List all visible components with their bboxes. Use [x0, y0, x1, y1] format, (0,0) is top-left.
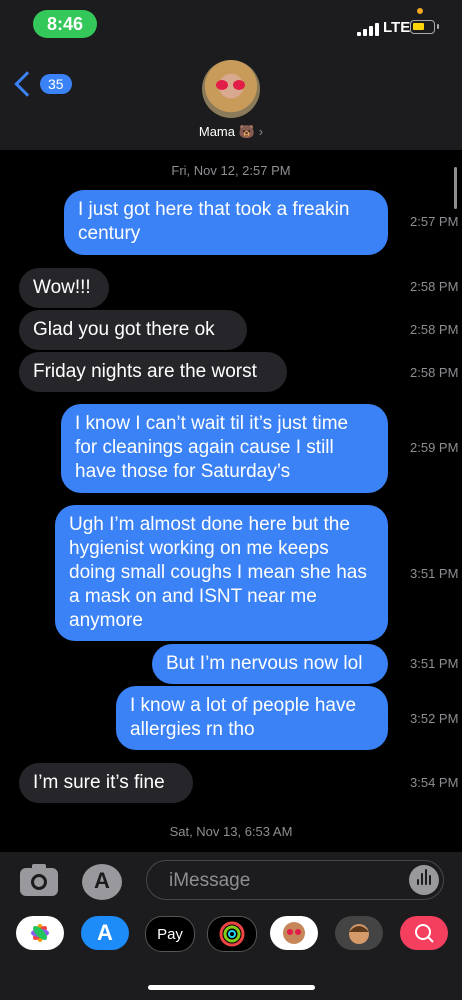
message-bubble-incoming[interactable]: I’m sure it’s fine — [19, 763, 193, 803]
photos-icon[interactable] — [16, 916, 64, 950]
battery-icon — [410, 20, 439, 34]
message-bubble-outgoing[interactable]: I just got here that took a freakin cent… — [64, 190, 388, 255]
mic-waveform-icon[interactable] — [409, 865, 439, 895]
message-bubble-incoming[interactable]: Glad you got there ok — [19, 310, 247, 350]
app-store-icon[interactable]: A — [82, 864, 122, 900]
privacy-indicator — [417, 8, 423, 14]
memoji-sticker-icon[interactable] — [335, 916, 383, 950]
apple-pay-label: Pay — [157, 925, 183, 943]
message-time: 2:59 PM — [410, 440, 459, 455]
message-time: 3:54 PM — [410, 775, 459, 790]
message-time: 2:58 PM — [410, 365, 459, 380]
message-time: 3:52 PM — [410, 711, 459, 726]
message-bubble-incoming[interactable]: Wow!!! — [19, 268, 109, 308]
apple-pay-icon[interactable]: Pay — [145, 916, 195, 952]
message-bubble-outgoing[interactable]: I know I can’t wait til it’s just time f… — [61, 404, 388, 493]
date-separator: Fri, Nov 12, 2:57 PM — [171, 163, 291, 178]
message-bubble-outgoing[interactable]: I know a lot of people have allergies rn… — [116, 686, 388, 750]
message-input[interactable] — [167, 867, 401, 895]
message-bubble-outgoing[interactable]: But I’m nervous now lol — [152, 644, 388, 684]
back-button[interactable]: 35 — [14, 71, 72, 97]
message-time: 2:58 PM — [410, 279, 459, 294]
memoji-icon[interactable] — [270, 916, 318, 950]
unread-count-badge: 35 — [40, 74, 72, 94]
app-store-tray-icon[interactable]: A — [81, 916, 129, 950]
message-time: 2:58 PM — [410, 322, 459, 337]
message-time: 3:51 PM — [410, 566, 459, 581]
message-input-field[interactable] — [146, 860, 444, 900]
status-time: 8:46 — [33, 10, 97, 38]
message-time: 2:57 PM — [410, 214, 459, 229]
camera-icon[interactable] — [20, 864, 58, 896]
activity-icon[interactable] — [207, 916, 257, 952]
contact-name: Mama 🐻 — [198, 124, 255, 139]
home-indicator[interactable] — [148, 985, 315, 990]
contact-avatar[interactable] — [202, 60, 260, 118]
message-bubble-incoming[interactable]: Friday nights are the worst — [19, 352, 287, 392]
message-time: 3:51 PM — [410, 656, 459, 671]
chevron-left-icon — [14, 71, 40, 97]
signal-icon — [357, 22, 379, 36]
search-web-icon[interactable] — [400, 916, 448, 950]
nav-header: 8:46 LTE 35 Mama 🐻 › — [0, 0, 462, 150]
contact-name-button[interactable]: Mama 🐻 › — [0, 124, 462, 140]
date-separator: Sat, Nov 13, 6:53 AM — [169, 824, 293, 839]
network-label: LTE — [383, 19, 411, 36]
chevron-right-icon: › — [258, 124, 264, 139]
message-bubble-outgoing[interactable]: Ugh I’m almost done here but the hygieni… — [55, 505, 388, 641]
